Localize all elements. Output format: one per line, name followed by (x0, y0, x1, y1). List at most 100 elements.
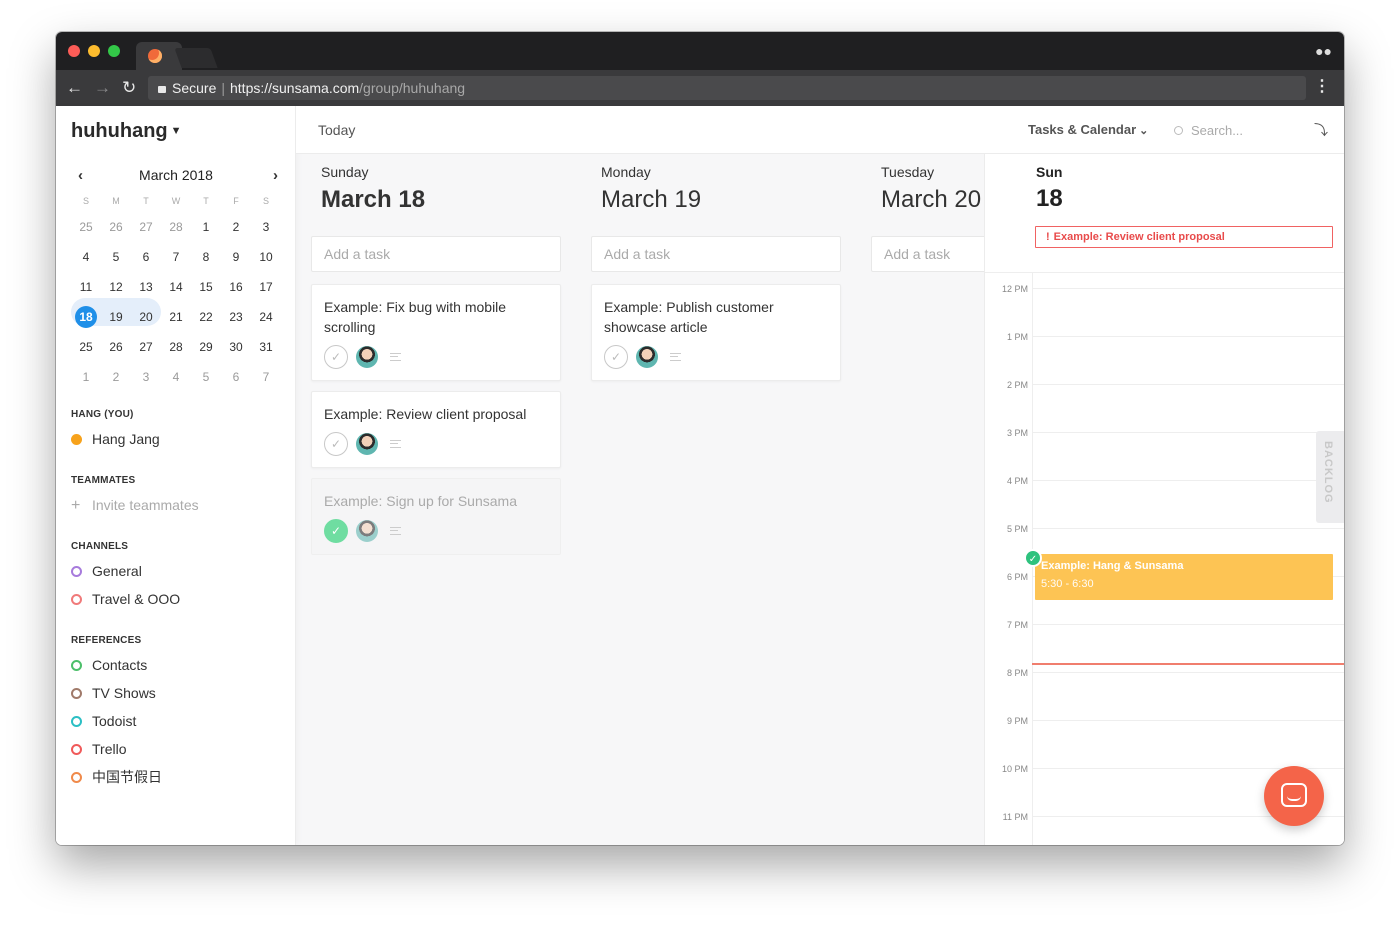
add-task-input[interactable]: Add a task (591, 236, 841, 272)
today-button[interactable]: Today (318, 122, 355, 138)
mini-calendar-day[interactable]: 30 (221, 336, 251, 358)
hour-row[interactable]: 1 PM (985, 332, 1344, 384)
calendar-day-number: 18 (1036, 185, 1063, 212)
hour-row[interactable]: 8 PM (985, 668, 1344, 720)
mini-calendar-day[interactable]: 26 (101, 216, 131, 238)
mini-calendar-day[interactable]: 1 (191, 216, 221, 238)
browser-tab-new[interactable] (174, 48, 218, 68)
mini-calendar-day[interactable]: 21 (161, 306, 191, 328)
mini-calendar-day[interactable]: 5 (101, 246, 131, 268)
sidebar-item-general[interactable]: General (71, 561, 142, 581)
maximize-window-button[interactable] (108, 45, 120, 57)
mini-calendar-day[interactable]: 16 (221, 276, 251, 298)
mini-calendar-day[interactable]: 6 (131, 246, 161, 268)
avatar[interactable] (356, 433, 378, 455)
hour-row[interactable]: 9 PM (985, 716, 1344, 768)
mini-calendar-day[interactable]: 6 (221, 366, 251, 388)
mini-calendar-day[interactable]: 4 (71, 246, 101, 268)
minimize-window-button[interactable] (88, 45, 100, 57)
mini-calendar-day[interactable]: 3 (131, 366, 161, 388)
sidebar-item-trello[interactable]: Trello (71, 739, 127, 759)
sidebar-item-contacts[interactable]: Contacts (71, 655, 147, 675)
mini-calendar-day[interactable]: 4 (161, 366, 191, 388)
mini-calendar-day[interactable]: 11 (71, 276, 101, 298)
mini-calendar-day[interactable]: 15 (191, 276, 221, 298)
notes-icon[interactable] (390, 440, 401, 448)
complete-checkbox[interactable]: ✓ (324, 345, 348, 369)
mini-calendar-day[interactable]: 5 (191, 366, 221, 388)
mini-calendar-day[interactable]: 10 (251, 246, 281, 268)
hour-row[interactable]: 2 PM (985, 380, 1344, 432)
mini-calendar-day[interactable]: 14 (161, 276, 191, 298)
sidebar-item-travel[interactable]: Travel & OOO (71, 589, 180, 609)
task-card-completed[interactable]: Example: Sign up for Sunsama ✓ (311, 478, 561, 555)
sidebar-item-you[interactable]: Hang Jang (71, 429, 160, 449)
alert-icon: ! (1046, 231, 1050, 243)
add-task-input[interactable]: Add a task (871, 236, 984, 272)
mini-calendar-day[interactable]: 2 (101, 366, 131, 388)
mini-calendar-day[interactable]: 31 (251, 336, 281, 358)
task-card[interactable]: Example: Review client proposal ✓ (311, 391, 561, 468)
address-bar[interactable]: Secure | https://sunsama.com/group/huhuhan… (148, 76, 1306, 100)
calendar-event[interactable]: Example: Hang & Sunsama 5:30 - 6:30 (1035, 554, 1333, 600)
mini-calendar-day[interactable]: 28 (161, 336, 191, 358)
mini-calendar-day[interactable]: 1 (71, 366, 101, 388)
mini-calendar-day[interactable]: 27 (131, 336, 161, 358)
back-arrow-icon[interactable]: ← (66, 78, 83, 98)
hour-row[interactable]: 3 PM (985, 428, 1344, 480)
browser-menu-icon[interactable]: ⋮ (1314, 78, 1330, 96)
lightning-icon[interactable]: ⤵ (1314, 120, 1328, 140)
mini-calendar-day[interactable]: 17 (251, 276, 281, 298)
mini-calendar-day[interactable]: 3 (251, 216, 281, 238)
event-complete-check-icon[interactable]: ✓ (1024, 549, 1042, 567)
mini-calendar-day[interactable]: 27 (131, 216, 161, 238)
mini-calendar-day[interactable]: 18 (75, 306, 97, 328)
complete-checkbox[interactable]: ✓ (604, 345, 628, 369)
notes-icon[interactable] (670, 353, 681, 361)
mini-calendar-day[interactable]: 20 (131, 306, 161, 328)
reload-icon[interactable]: ↻ (122, 78, 136, 98)
mini-calendar-day[interactable]: 24 (251, 306, 281, 328)
workspace-switcher[interactable]: huhuhang ▼ (71, 120, 182, 143)
mini-calendar-day[interactable]: 28 (161, 216, 191, 238)
mini-calendar-day[interactable]: 9 (221, 246, 251, 268)
all-day-event[interactable]: ! Example: Review client proposal (1035, 226, 1333, 248)
view-selector[interactable]: Tasks & Calendar ⌄ (1028, 122, 1148, 137)
close-window-button[interactable] (68, 45, 80, 57)
mini-calendar-day[interactable]: 25 (71, 216, 101, 238)
avatar[interactable] (356, 520, 378, 542)
mini-calendar-day[interactable]: 23 (221, 306, 251, 328)
forward-arrow-icon[interactable]: → (94, 78, 111, 98)
mini-calendar-day[interactable]: 7 (251, 366, 281, 388)
mini-calendar-day[interactable]: 12 (101, 276, 131, 298)
chat-support-button[interactable] (1264, 766, 1324, 826)
avatar[interactable] (636, 346, 658, 368)
chevron-left-icon[interactable]: ‹ (78, 167, 83, 184)
backlog-tab[interactable]: BACKLOG (1316, 431, 1344, 523)
mini-calendar-day[interactable]: 7 (161, 246, 191, 268)
mini-calendar-day[interactable]: 19 (101, 306, 131, 328)
avatar[interactable] (356, 346, 378, 368)
mini-calendar-day[interactable]: 22 (191, 306, 221, 328)
sidebar-item-tv-shows[interactable]: TV Shows (71, 683, 156, 703)
hour-row[interactable]: 4 PM (985, 476, 1344, 528)
notes-icon[interactable] (390, 527, 401, 535)
mini-calendar-day[interactable]: 2 (221, 216, 251, 238)
hour-row[interactable]: 12 PM (985, 284, 1344, 336)
mini-calendar-day[interactable]: 13 (131, 276, 161, 298)
chevron-right-icon[interactable]: › (273, 167, 278, 184)
notes-icon[interactable] (390, 353, 401, 361)
mini-calendar-day[interactable]: 26 (101, 336, 131, 358)
mini-calendar-day[interactable]: 25 (71, 336, 101, 358)
task-card[interactable]: Example: Fix bug with mobile scrolling ✓ (311, 284, 561, 381)
sidebar-item-todoist[interactable]: Todoist (71, 711, 136, 731)
sidebar-item-holidays[interactable]: 中国节假日 (71, 767, 162, 787)
mini-calendar-day[interactable]: 29 (191, 336, 221, 358)
search-input[interactable]: Search... (1174, 123, 1243, 138)
mini-calendar-day[interactable]: 8 (191, 246, 221, 268)
invite-teammates-button[interactable]: + Invite teammates (71, 495, 199, 515)
complete-checkbox[interactable]: ✓ (324, 432, 348, 456)
task-card[interactable]: Example: Publish customer showcase artic… (591, 284, 841, 381)
add-task-input[interactable]: Add a task (311, 236, 561, 272)
complete-checkbox-checked[interactable]: ✓ (324, 519, 348, 543)
